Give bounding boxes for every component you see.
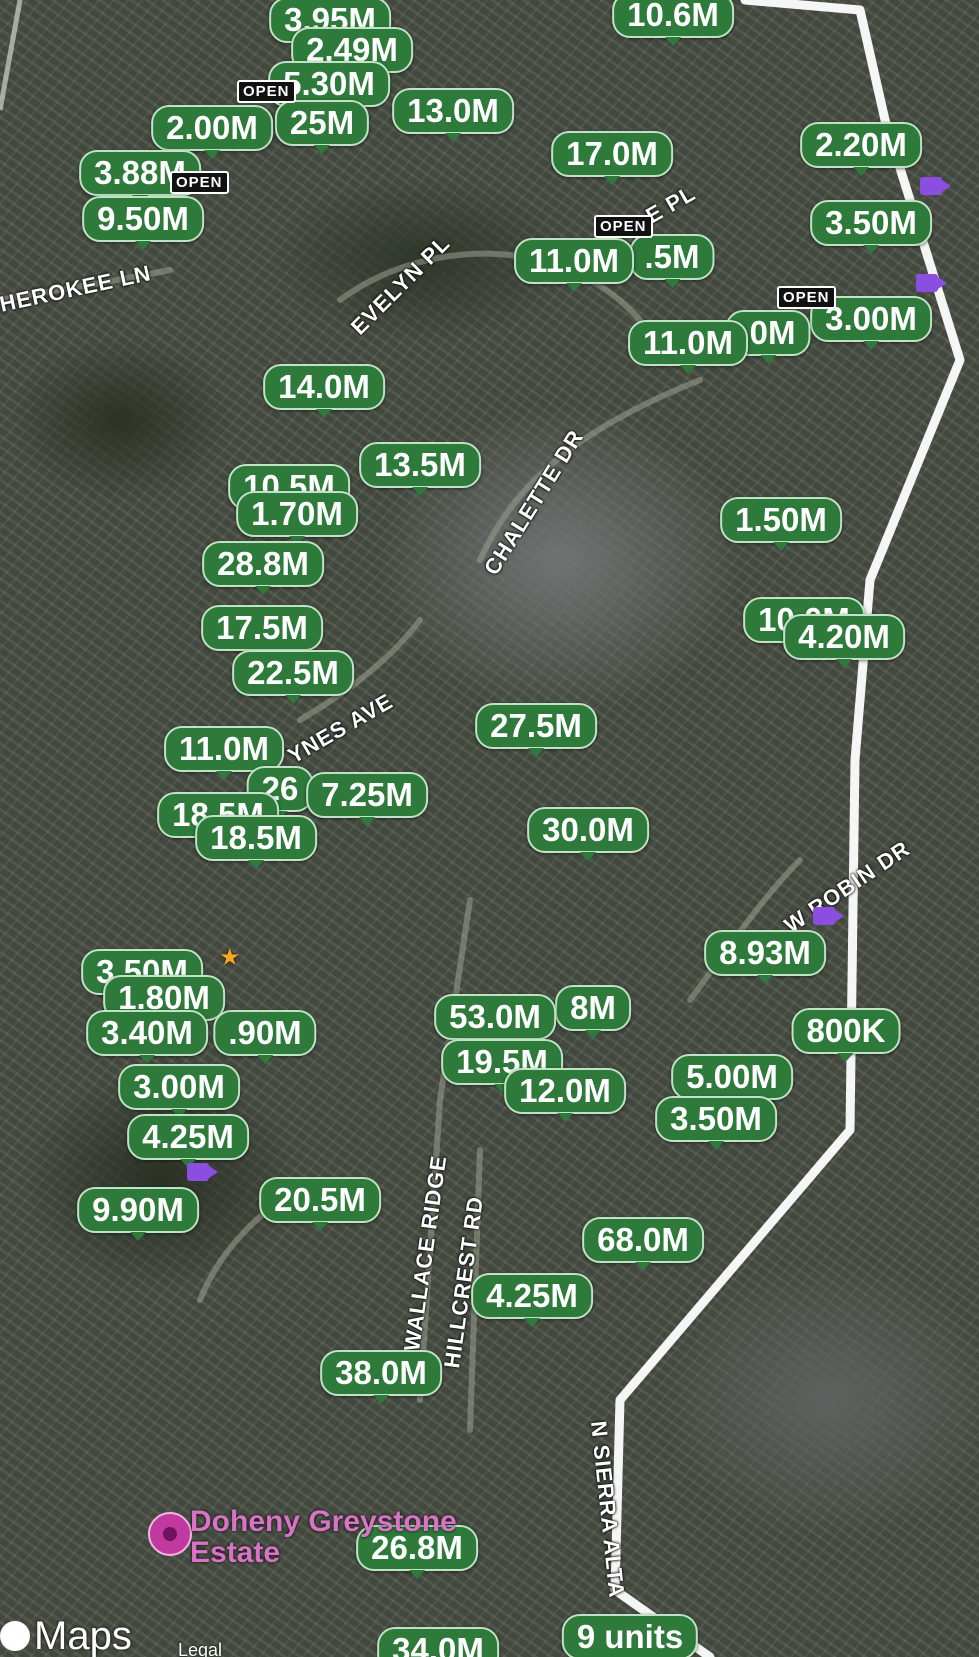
price-pin[interactable]: 25M [274, 100, 370, 154]
price-pin[interactable]: 53.0M [434, 994, 556, 1048]
open-house-badge: OPEN [170, 171, 229, 194]
price-pin[interactable]: 13.0M [392, 88, 514, 142]
price-pin[interactable]: 34.0M [377, 1627, 499, 1657]
maps-logo-text: Maps [34, 1614, 132, 1657]
price-pin[interactable]: 11.0M [628, 320, 748, 374]
price-pin[interactable]: 68.0M [582, 1217, 704, 1271]
price-pin[interactable]: 3.00M [118, 1064, 240, 1118]
price-pin[interactable]: 9.90M [77, 1187, 199, 1241]
price-pin[interactable]: 17.5M [201, 605, 323, 659]
price-pin[interactable]: 30.0M [527, 807, 649, 861]
price-pin[interactable]: 3.50M [810, 200, 932, 254]
price-pin[interactable]: 14.0M [263, 364, 385, 418]
apple-logo-icon [0, 1621, 30, 1651]
open-house-badge: OPEN [237, 80, 296, 103]
video-tour-icon [920, 177, 951, 195]
price-pin[interactable]: 27.5M [475, 703, 597, 757]
price-pin[interactable]: 3.40M [86, 1010, 208, 1064]
price-pin[interactable]: 4.20M [783, 614, 905, 668]
price-pin[interactable]: 11.0M [514, 238, 634, 292]
poi-name: Doheny Greystone Estate [190, 1505, 457, 1569]
price-pin[interactable]: 3.50M [655, 1096, 777, 1150]
price-pin[interactable]: 5.00M [671, 1054, 793, 1108]
location-pin-icon [148, 1512, 192, 1556]
price-pin[interactable]: 13.5M [359, 442, 481, 496]
price-pin[interactable]: 9.50M [82, 196, 204, 250]
price-pin[interactable]: 8.93M [704, 930, 826, 984]
satellite-map[interactable]: HEROKEE LN EVELYN PL CHALETTE DR YNES AV… [0, 0, 979, 1657]
price-pin[interactable]: 2.00M [151, 105, 273, 159]
maps-logo: Maps [0, 1614, 132, 1657]
price-pin[interactable]: 17.0M [551, 131, 673, 185]
legal-link[interactable]: Legal [178, 1640, 222, 1657]
price-pin[interactable]: 12.0M [504, 1068, 626, 1122]
video-tour-icon [813, 907, 844, 925]
price-pin[interactable]: 4.25M [471, 1273, 593, 1327]
price-pin[interactable]: 4.25M [127, 1114, 249, 1168]
price-pin[interactable]: 1.70M [236, 491, 358, 545]
price-pin[interactable]: 1.50M [720, 497, 842, 551]
video-tour-icon [187, 1163, 218, 1181]
open-house-badge: OPEN [777, 286, 836, 309]
price-pin[interactable]: 800K [791, 1008, 901, 1062]
price-pin[interactable]: .5M [629, 234, 715, 288]
price-pin[interactable]: 18.5M [195, 815, 317, 869]
price-pin[interactable]: .90M [213, 1010, 317, 1064]
price-pin[interactable]: 22.5M [232, 650, 354, 704]
price-pin[interactable]: 10.6M [612, 0, 734, 46]
price-pin[interactable]: 8M [555, 985, 631, 1039]
price-pin[interactable]: 2.20M [800, 122, 922, 176]
price-pin[interactable]: 9 units [561, 1614, 699, 1657]
price-pin[interactable]: 7.25M [306, 772, 428, 826]
video-tour-icon [916, 274, 947, 292]
price-pin[interactable]: 20.5M [259, 1177, 381, 1231]
price-pin[interactable]: 28.8M [202, 541, 324, 595]
price-pin[interactable]: 38.0M [320, 1350, 442, 1404]
open-house-badge: OPEN [594, 215, 653, 238]
favorite-star-icon: ★ [219, 944, 241, 971]
